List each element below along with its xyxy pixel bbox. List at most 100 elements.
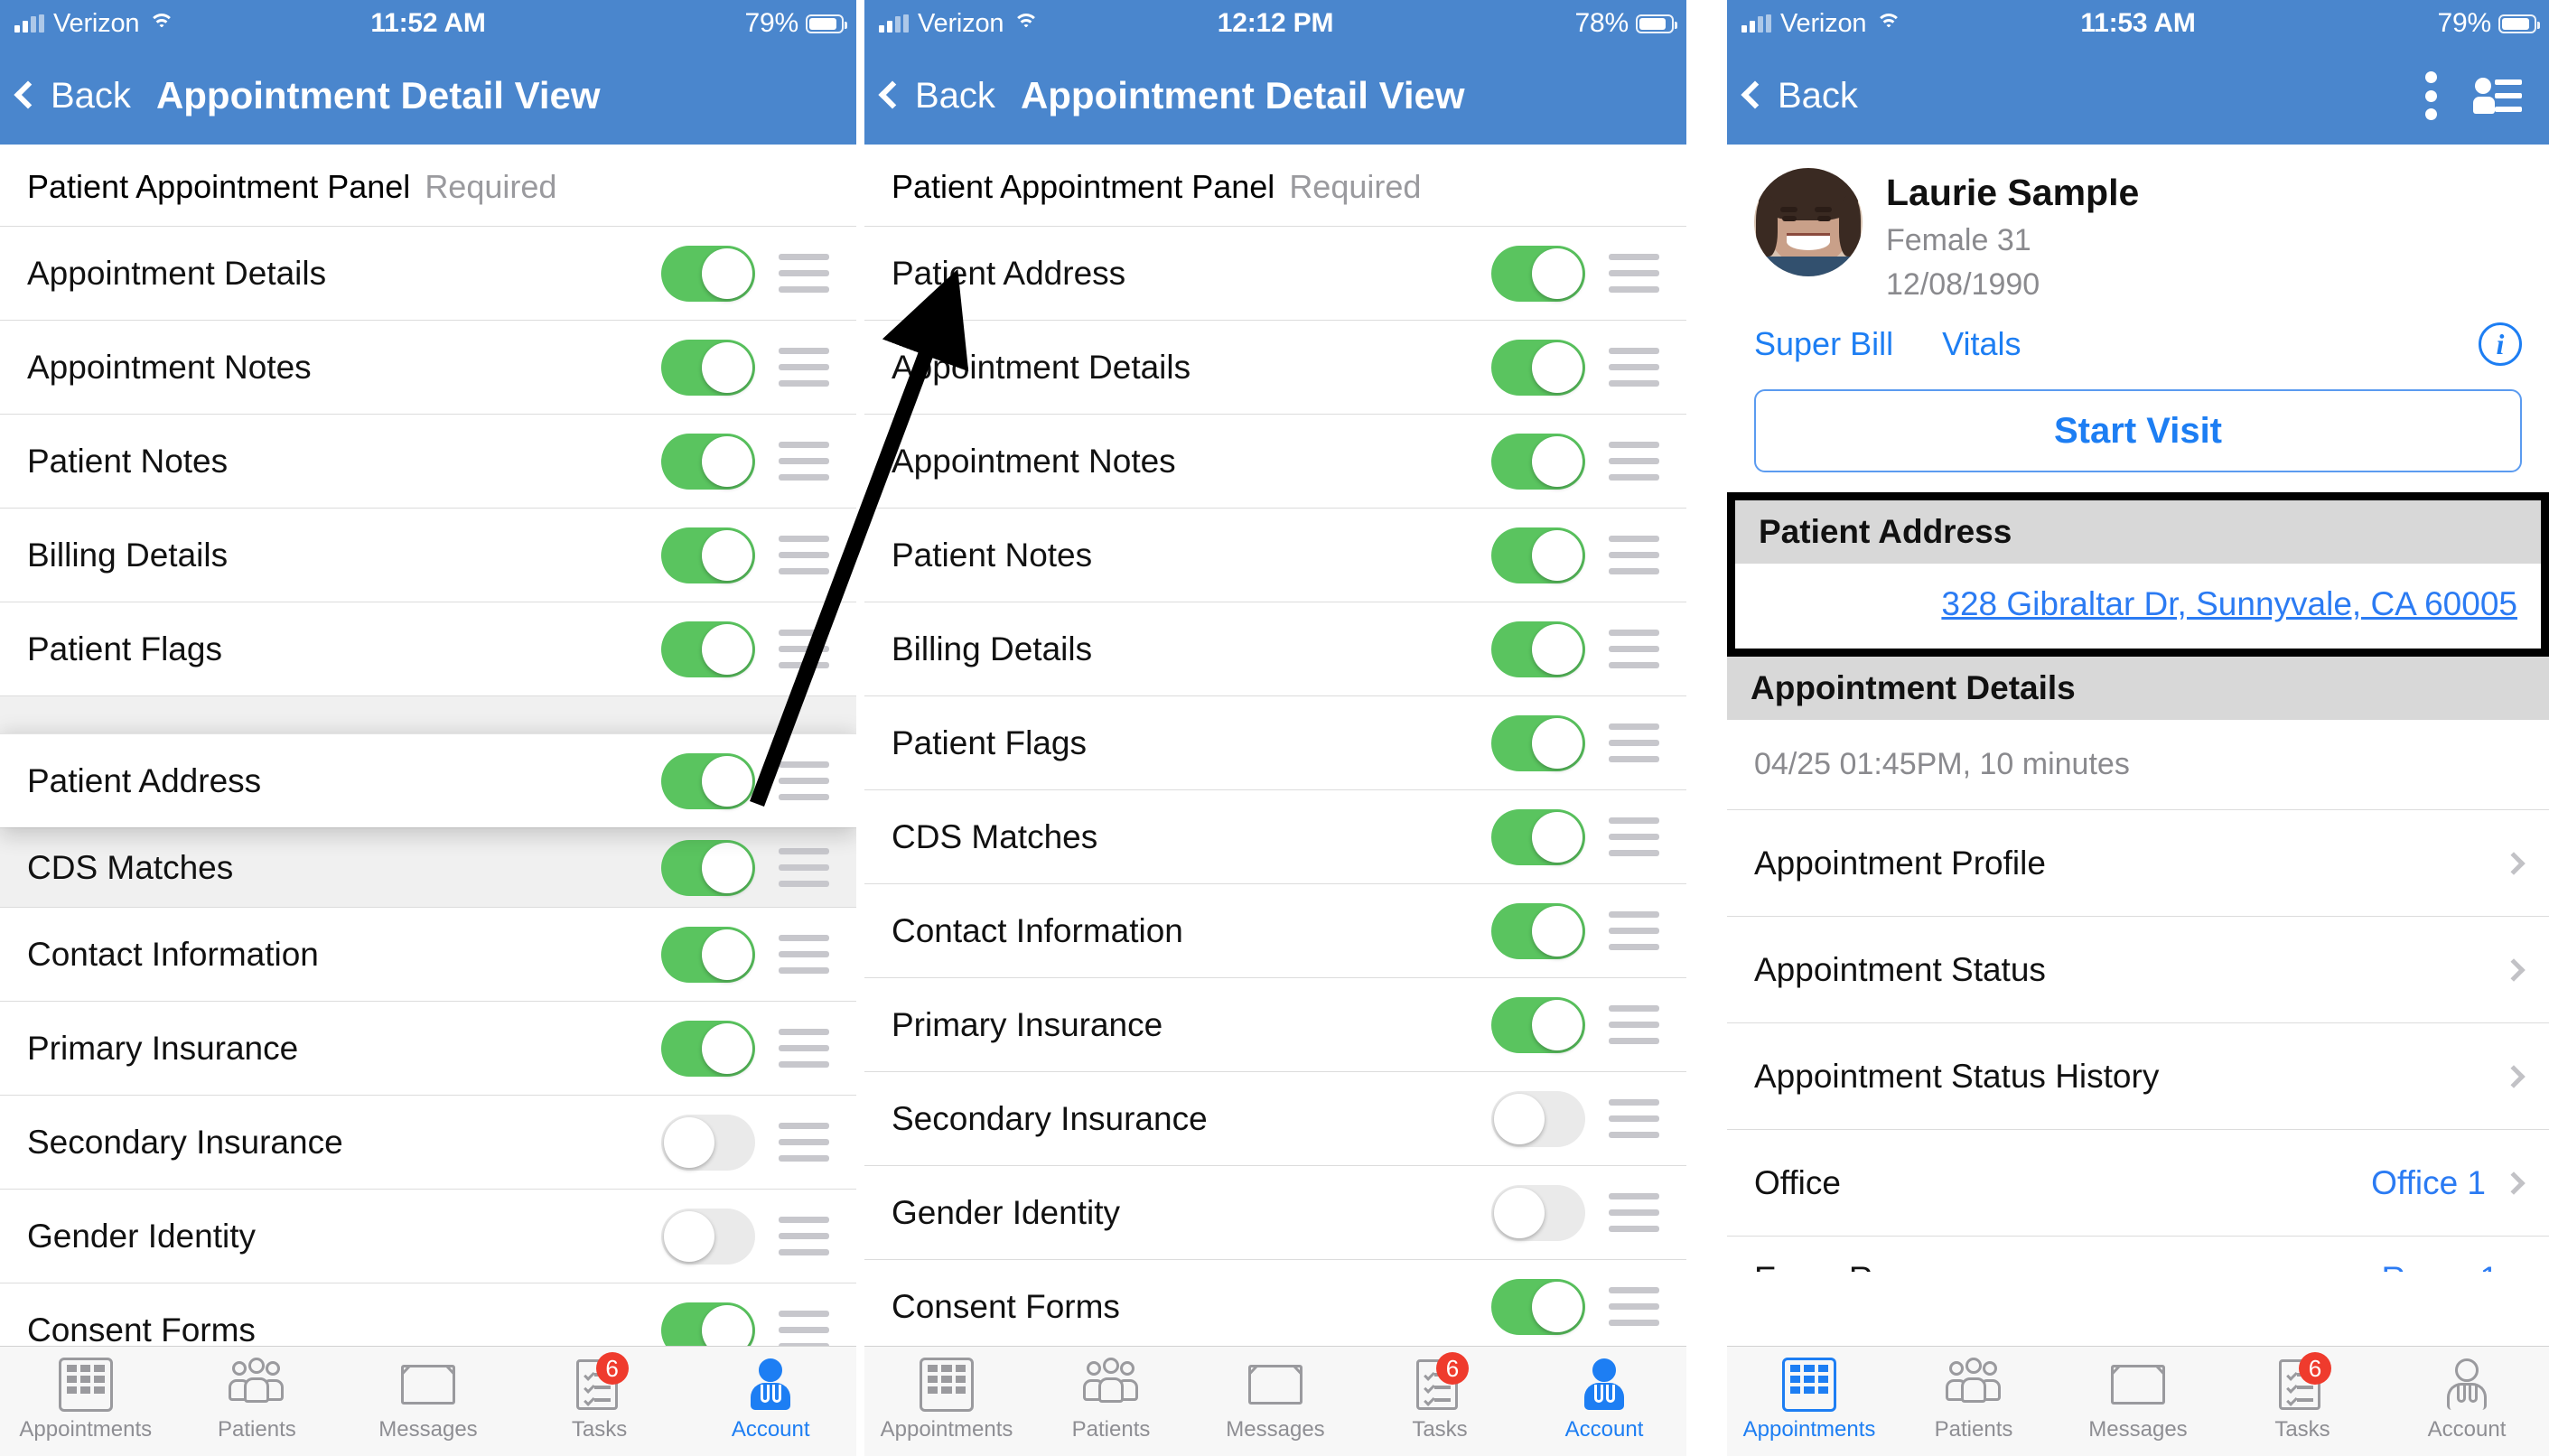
tab-account[interactable]: Account	[685, 1358, 856, 1442]
vitals-link[interactable]: Vitals	[1942, 325, 2021, 363]
settings-row[interactable]: Secondary Insurance	[864, 1071, 1686, 1165]
settings-row-toggle[interactable]	[661, 527, 755, 583]
back-button-3[interactable]: Back	[1727, 76, 1858, 117]
settings-row[interactable]: Patient Address	[0, 733, 856, 827]
drag-handle-icon[interactable]	[779, 935, 829, 974]
settings-row-toggle[interactable]	[1491, 245, 1585, 302]
settings-row[interactable]: Billing Details	[864, 602, 1686, 695]
settings-row-toggle[interactable]	[661, 245, 755, 302]
settings-row-toggle[interactable]	[661, 1114, 755, 1171]
tab-messages[interactable]: Messages	[2056, 1358, 2220, 1442]
settings-row[interactable]: Secondary Insurance	[0, 1095, 856, 1189]
settings-row[interactable]: Contact Information	[0, 907, 856, 1001]
appointment-nav-row[interactable]: Appointment Status	[1727, 916, 2549, 1022]
settings-row-toggle[interactable]	[1491, 621, 1585, 677]
settings-row-toggle[interactable]	[661, 1020, 755, 1077]
settings-row[interactable]: Primary Insurance	[0, 1001, 856, 1095]
drag-handle-icon[interactable]	[1609, 1193, 1659, 1232]
drag-handle-icon[interactable]	[779, 1217, 829, 1255]
settings-row[interactable]: Gender Identity	[0, 1189, 856, 1283]
settings-row-toggle[interactable]	[661, 621, 755, 677]
drag-handle-icon[interactable]	[1609, 536, 1659, 574]
settings-row[interactable]: Patient Address	[864, 226, 1686, 320]
drag-handle-icon[interactable]	[1609, 723, 1659, 762]
settings-row[interactable]: Contact Information	[864, 883, 1686, 977]
tab-messages[interactable]: Messages	[1193, 1358, 1358, 1442]
settings-row-toggle[interactable]	[661, 1208, 755, 1265]
settings-row-toggle[interactable]	[1491, 1184, 1585, 1241]
settings-row-toggle[interactable]	[1491, 339, 1585, 396]
tab-tasks[interactable]: 6 Tasks	[2220, 1352, 2385, 1442]
settings-row[interactable]: Primary Insurance	[864, 977, 1686, 1071]
settings-row[interactable]: CDS Matches	[864, 789, 1686, 883]
drag-handle-icon[interactable]	[779, 442, 829, 481]
drag-handle-icon[interactable]	[779, 1123, 829, 1162]
settings-row[interactable]: Gender Identity	[864, 1165, 1686, 1259]
tab-appointments[interactable]: Appointments	[1727, 1358, 1891, 1442]
settings-row[interactable]: Patient Notes	[864, 508, 1686, 602]
back-button-2[interactable]: Back	[864, 76, 995, 117]
patient-list-icon[interactable]	[2473, 76, 2522, 116]
drag-handle-icon[interactable]	[1609, 1287, 1659, 1326]
tab-account[interactable]: Account	[2385, 1358, 2549, 1442]
tab-appointments[interactable]: Appointments	[864, 1358, 1029, 1442]
settings-row[interactable]: CDS Matches	[0, 827, 856, 907]
settings-row-toggle[interactable]	[1491, 902, 1585, 959]
drag-handle-icon[interactable]	[779, 254, 829, 293]
drag-handle-icon[interactable]	[1609, 348, 1659, 387]
settings-row[interactable]: Appointment Notes	[0, 320, 856, 414]
super-bill-link[interactable]: Super Bill	[1754, 325, 1893, 363]
settings-row-toggle[interactable]	[1491, 527, 1585, 583]
drag-handle-icon[interactable]	[1609, 817, 1659, 856]
settings-row-toggle[interactable]	[1491, 1278, 1585, 1335]
back-button-1[interactable]: Back	[0, 76, 131, 117]
settings-row[interactable]: Appointment Details	[0, 226, 856, 320]
patient-address-link[interactable]: 328 Gibraltar Dr, Sunnyvale, CA 60005	[1941, 585, 2517, 622]
appointment-nav-row[interactable]: Appointment Profile	[1727, 809, 2549, 916]
tab-tasks[interactable]: 6 Tasks	[514, 1352, 686, 1442]
start-visit-button[interactable]: Start Visit	[1754, 389, 2522, 472]
drag-handle-icon[interactable]	[779, 348, 829, 387]
settings-row-toggle[interactable]	[661, 752, 755, 809]
settings-row[interactable]: Patient Flags	[864, 695, 1686, 789]
drag-handle-icon[interactable]	[1609, 1005, 1659, 1044]
settings-row[interactable]: Appointment Notes	[864, 414, 1686, 508]
drag-handle-icon[interactable]	[1609, 254, 1659, 293]
settings-row-toggle[interactable]	[1491, 808, 1585, 865]
more-options-icon[interactable]	[2424, 71, 2437, 120]
settings-row-toggle[interactable]	[661, 926, 755, 983]
exam-room-row-cutoff[interactable]: Exam Room Room 1	[1727, 1236, 2549, 1272]
settings-row[interactable]: Patient Flags	[0, 602, 856, 695]
drag-handle-icon[interactable]	[1609, 911, 1659, 950]
tab-patients[interactable]: Patients	[1029, 1358, 1193, 1442]
drag-handle-icon[interactable]	[1609, 1099, 1659, 1138]
drag-handle-icon[interactable]	[1609, 442, 1659, 481]
settings-row-toggle[interactable]	[1491, 996, 1585, 1053]
settings-row-toggle[interactable]	[661, 433, 755, 490]
drag-handle-icon[interactable]	[779, 630, 829, 668]
drag-handle-icon[interactable]	[779, 1311, 829, 1349]
settings-row-toggle[interactable]	[1491, 714, 1585, 771]
tab-account[interactable]: Account	[1522, 1358, 1686, 1442]
settings-row-toggle[interactable]	[1491, 1090, 1585, 1147]
settings-row[interactable]: Billing Details	[0, 508, 856, 602]
settings-row-toggle[interactable]	[661, 839, 755, 896]
appointment-nav-row[interactable]: Office Office 1	[1727, 1129, 2549, 1236]
drag-handle-icon[interactable]	[779, 536, 829, 574]
drag-handle-icon[interactable]	[779, 1029, 829, 1068]
settings-row[interactable]: Appointment Details	[864, 320, 1686, 414]
drag-handle-icon[interactable]	[779, 761, 829, 800]
settings-row-toggle[interactable]	[1491, 433, 1585, 490]
settings-row-toggle[interactable]	[661, 339, 755, 396]
appointment-nav-row[interactable]: Appointment Status History	[1727, 1022, 2549, 1129]
info-icon[interactable]: i	[2479, 322, 2522, 366]
drag-handle-icon[interactable]	[1609, 630, 1659, 668]
drag-handle-icon[interactable]	[779, 848, 829, 887]
tab-messages[interactable]: Messages	[342, 1358, 514, 1442]
tab-appointments[interactable]: Appointments	[0, 1358, 172, 1442]
tab-tasks[interactable]: 6 Tasks	[1358, 1352, 1522, 1442]
settings-row[interactable]: Consent Forms	[864, 1259, 1686, 1353]
tab-patients[interactable]: Patients	[172, 1358, 343, 1442]
settings-row[interactable]: Patient Notes	[0, 414, 856, 508]
tab-patients[interactable]: Patients	[1891, 1358, 2056, 1442]
